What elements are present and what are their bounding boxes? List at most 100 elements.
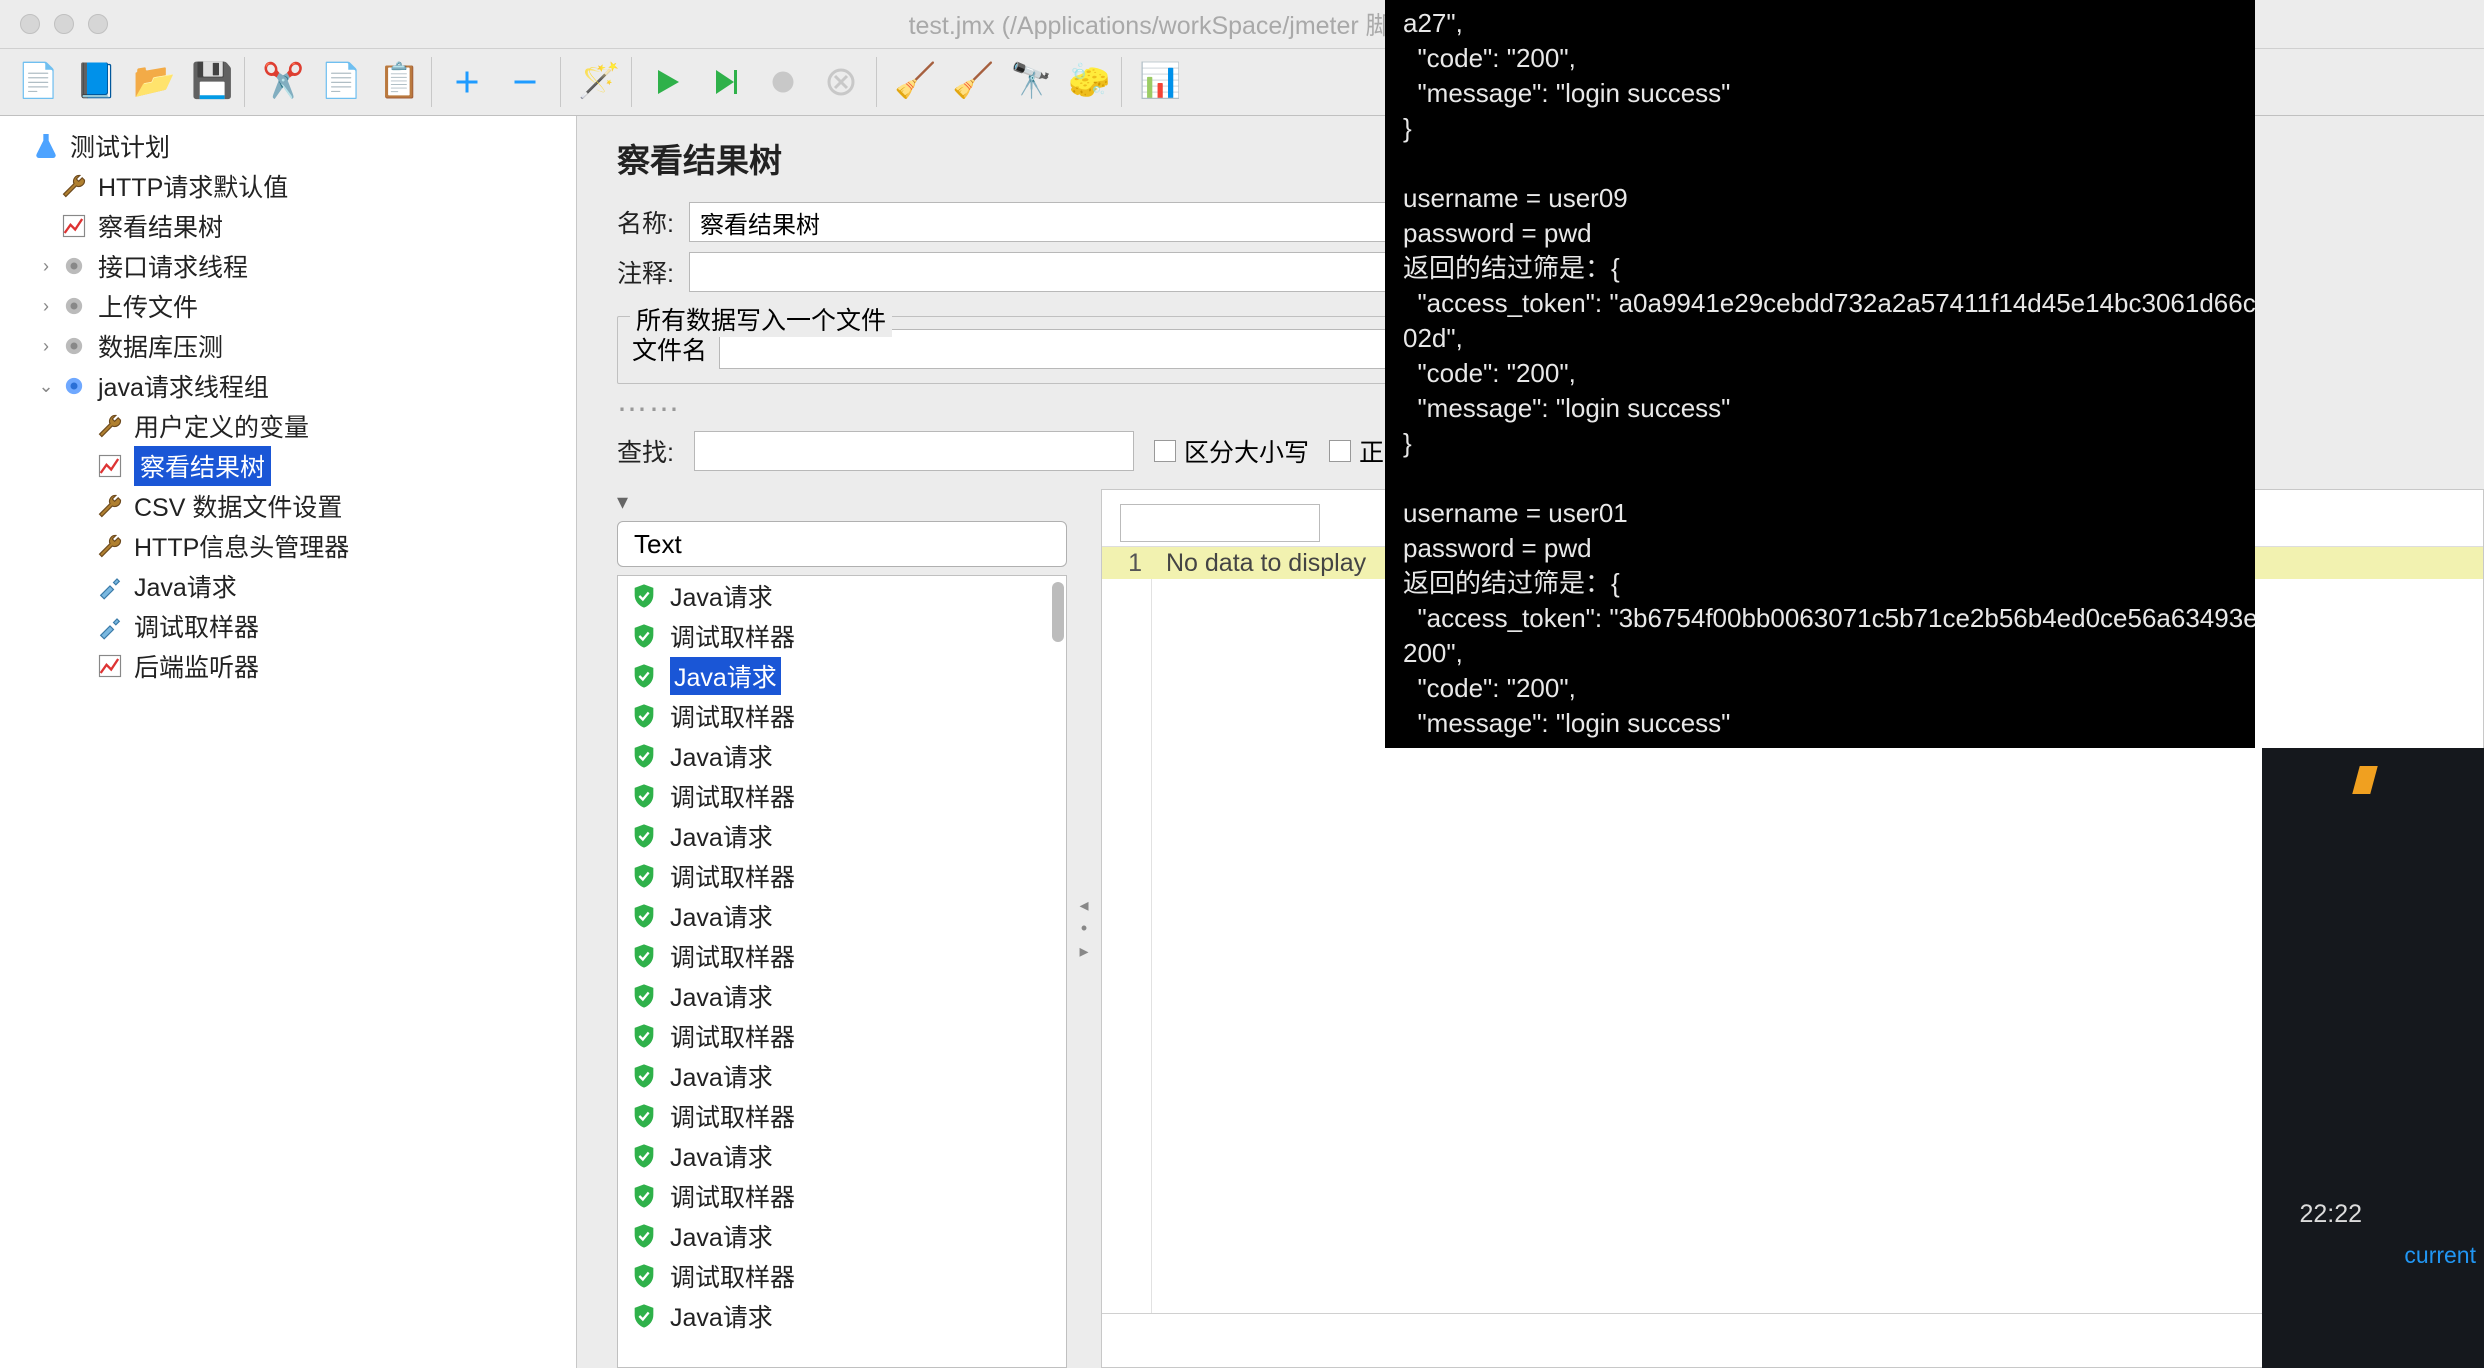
tree-item-label: HTTP请求默认值 [98,168,288,204]
sample-label: Java请求 [670,1218,773,1254]
cut-icon[interactable]: ✂️ [255,57,305,107]
reset-search-icon[interactable]: 🧽 [1061,57,1111,107]
case-sensitive-checkbox[interactable]: 区分大小写 [1154,433,1309,469]
regex-label: 正 [1359,433,1384,469]
sample-label: Java请求 [670,657,781,695]
sample-result-item[interactable]: 调试取样器 [618,616,1066,656]
test-plan-tree[interactable]: 测试计划 HTTP请求默认值察看结果树›接口请求线程›上传文件›数据库压测⌄ja… [0,116,577,1368]
run-no-timer-icon[interactable] [700,57,750,107]
tree-item-label: 调试取样器 [134,608,259,644]
sample-result-item[interactable]: 调试取样器 [618,936,1066,976]
minimize-window-btn[interactable] [54,14,74,34]
sample-result-item[interactable]: Java请求 [618,896,1066,936]
search-input[interactable] [694,431,1134,471]
tree-item[interactable]: ⌄ java请求线程组 [0,366,576,406]
success-shield-icon [630,662,658,690]
remove-icon[interactable] [500,57,550,107]
sample-result-item[interactable]: Java请求 [618,816,1066,856]
sample-result-item[interactable]: Java请求 [618,1136,1066,1176]
search-icon[interactable]: 🔭 [1003,57,1053,107]
tree-item[interactable]: 察看结果树 [0,446,576,486]
regex-checkbox[interactable]: 正 [1329,433,1384,469]
copy-icon[interactable]: 📄 [313,57,363,107]
sample-results-list[interactable]: Java请求调试取样器Java请求调试取样器Java请求调试取样器Java请求调… [617,575,1067,1368]
paste-icon[interactable]: 📋 [371,57,421,107]
run-icon[interactable] [642,57,692,107]
sample-label: 调试取样器 [670,1098,795,1134]
tree-item[interactable]: › 上传文件 [0,286,576,326]
sample-result-item[interactable]: Java请求 [618,576,1066,616]
tree-item-label: java请求线程组 [98,368,269,404]
tree-item[interactable]: 后端监听器 [0,646,576,686]
current-link[interactable]: current [2404,1242,2476,1269]
terminal-overlay[interactable]: a27", "code": "200", "message": "login s… [1385,0,2255,748]
renderer-select[interactable]: Text [617,521,1067,567]
sample-result-item[interactable]: 调试取样器 [618,856,1066,896]
sample-result-item[interactable]: Java请求 [618,1056,1066,1096]
wand-icon[interactable]: 🪄 [571,57,621,107]
sample-result-item[interactable]: Java请求 [618,736,1066,776]
new-plan-icon[interactable]: 📄 [10,57,60,107]
sample-label: 调试取样器 [670,1018,795,1054]
tree-item-label: 后端监听器 [134,648,259,684]
zoom-window-btn[interactable] [88,14,108,34]
renderer-value: Text [634,529,682,560]
wrench-icon [94,410,126,442]
add-icon[interactable] [442,57,492,107]
clear-all-icon[interactable]: 🧹 [945,57,995,107]
scrollbar-thumb[interactable] [1052,582,1064,642]
wrench-icon [58,170,90,202]
sample-result-item[interactable]: 调试取样器 [618,776,1066,816]
comment-label: 注释: [617,254,689,290]
shutdown-icon[interactable] [816,57,866,107]
tree-item[interactable]: 察看结果树 [0,206,576,246]
name-input[interactable] [689,202,1409,242]
sample-result-item[interactable]: 调试取样器 [618,1096,1066,1136]
sample-result-item[interactable]: 调试取样器 [618,696,1066,736]
success-shield-icon [630,862,658,890]
open-icon[interactable]: 📂 [126,57,176,107]
tree-item[interactable]: HTTP请求默认值 [0,166,576,206]
file-output-fieldset: 所有数据写入一个文件 文件名 [617,316,1417,384]
comment-input[interactable] [689,252,1409,292]
tree-item-label: 上传文件 [98,288,198,324]
splitter-handle[interactable]: ◂•▸ [1077,489,1091,1368]
chart-icon [58,210,90,242]
tree-item[interactable]: ›接口请求线程 [0,246,576,286]
marker-icon [2352,766,2378,794]
tree-item[interactable]: CSV 数据文件设置 [0,486,576,526]
sample-label: 调试取样器 [670,1178,795,1214]
stop-icon[interactable] [758,57,808,107]
tree-item[interactable]: Java请求 [0,566,576,606]
sample-result-item[interactable]: 调试取样器 [618,1176,1066,1216]
templates-icon[interactable]: 📘 [68,57,118,107]
case-sensitive-label: 区分大小写 [1184,433,1309,469]
tree-item[interactable]: ›数据库压测 [0,326,576,366]
sample-result-item[interactable]: Java请求 [618,1216,1066,1256]
wrench-icon [94,530,126,562]
function-helper-icon[interactable]: 📊 [1132,57,1182,107]
success-shield-icon [630,1222,658,1250]
save-icon[interactable]: 💾 [184,57,234,107]
clear-icon[interactable]: 🧹 [887,57,937,107]
sample-result-item[interactable]: Java请求 [618,976,1066,1016]
sample-label: Java请求 [670,738,773,774]
viewer-search-input[interactable] [1120,504,1320,542]
tree-item-label: 察看结果树 [134,446,271,486]
tree-item[interactable]: 调试取样器 [0,606,576,646]
expander-icon[interactable]: › [34,336,58,357]
sample-result-item[interactable]: Java请求 [618,1296,1066,1336]
tree-root[interactable]: 测试计划 [0,126,576,166]
sample-result-item[interactable]: 调试取样器 [618,1016,1066,1056]
collapse-arrow-icon[interactable]: ▾ [617,489,1067,515]
sample-result-item[interactable]: 调试取样器 [618,1256,1066,1296]
close-window-btn[interactable] [20,14,40,34]
tree-item[interactable]: 用户定义的变量 [0,406,576,446]
success-shield-icon [630,1302,658,1330]
tree-item[interactable]: HTTP信息头管理器 [0,526,576,566]
sample-result-item[interactable]: Java请求 [618,656,1066,696]
flask-icon [30,130,62,162]
expander-icon[interactable]: › [34,256,58,277]
expander-icon[interactable]: ⌄ [34,376,58,397]
expander-icon[interactable]: › [34,296,58,317]
